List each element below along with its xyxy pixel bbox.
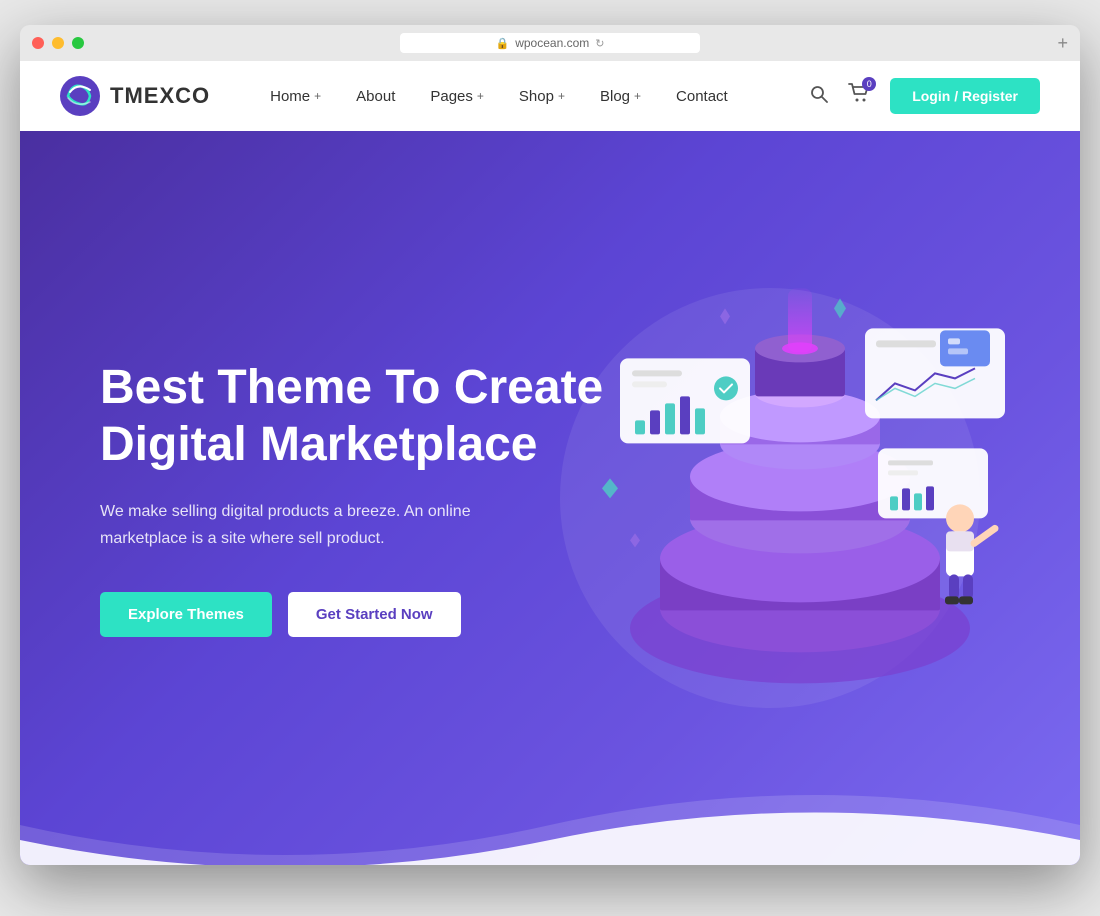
- search-button[interactable]: [810, 85, 828, 108]
- navbar: TMEXCO Home + About Pages + Shop +: [20, 61, 1080, 131]
- logo-icon: [60, 76, 100, 116]
- url-bar[interactable]: 🔒 wpocean.com ↻: [400, 33, 700, 53]
- home-plus-icon: +: [314, 89, 321, 103]
- nav-pages[interactable]: Pages +: [430, 88, 484, 105]
- nav-home[interactable]: Home +: [270, 88, 321, 105]
- website-content: TMEXCO Home + About Pages + Shop +: [20, 61, 1080, 865]
- cart-button[interactable]: 0: [848, 83, 870, 109]
- browser-window: 🔒 wpocean.com ↻ + TMEXCO Home: [20, 25, 1080, 865]
- logo-text: TMEXCO: [110, 83, 210, 109]
- blog-plus-icon: +: [634, 89, 641, 103]
- url-text: wpocean.com: [515, 36, 589, 50]
- get-started-button[interactable]: Get Started Now: [288, 592, 461, 637]
- nav-menu: Home + About Pages + Shop + Blog +: [270, 88, 810, 105]
- pages-plus-icon: +: [477, 89, 484, 103]
- login-register-button[interactable]: Login / Register: [890, 78, 1040, 114]
- hero-wave: [20, 765, 1080, 865]
- hero-subtitle: We make selling digital products a breez…: [100, 498, 480, 552]
- new-tab-button[interactable]: +: [1057, 33, 1068, 54]
- hero-buttons: Explore Themes Get Started Now: [100, 592, 603, 637]
- nav-about[interactable]: About: [356, 88, 395, 105]
- hero-title: Best Theme To Create Digital Marketplace: [100, 359, 603, 474]
- close-button[interactable]: [32, 37, 44, 49]
- nav-contact[interactable]: Contact: [676, 88, 728, 105]
- hero-illustration: [560, 248, 1040, 728]
- navbar-actions: 0 Login / Register: [810, 78, 1040, 114]
- nav-blog[interactable]: Blog +: [600, 88, 641, 105]
- minimize-button[interactable]: [52, 37, 64, 49]
- cart-count: 0: [862, 77, 876, 91]
- explore-themes-button[interactable]: Explore Themes: [100, 592, 272, 637]
- lock-icon: 🔒: [496, 37, 510, 50]
- maximize-button[interactable]: [72, 37, 84, 49]
- nav-shop[interactable]: Shop +: [519, 88, 565, 105]
- shop-plus-icon: +: [558, 89, 565, 103]
- logo[interactable]: TMEXCO: [60, 76, 210, 116]
- refresh-icon: ↻: [595, 37, 604, 50]
- title-bar: 🔒 wpocean.com ↻ +: [20, 25, 1080, 61]
- hero-content: Best Theme To Create Digital Marketplace…: [100, 359, 603, 638]
- hero-section: Best Theme To Create Digital Marketplace…: [20, 131, 1080, 865]
